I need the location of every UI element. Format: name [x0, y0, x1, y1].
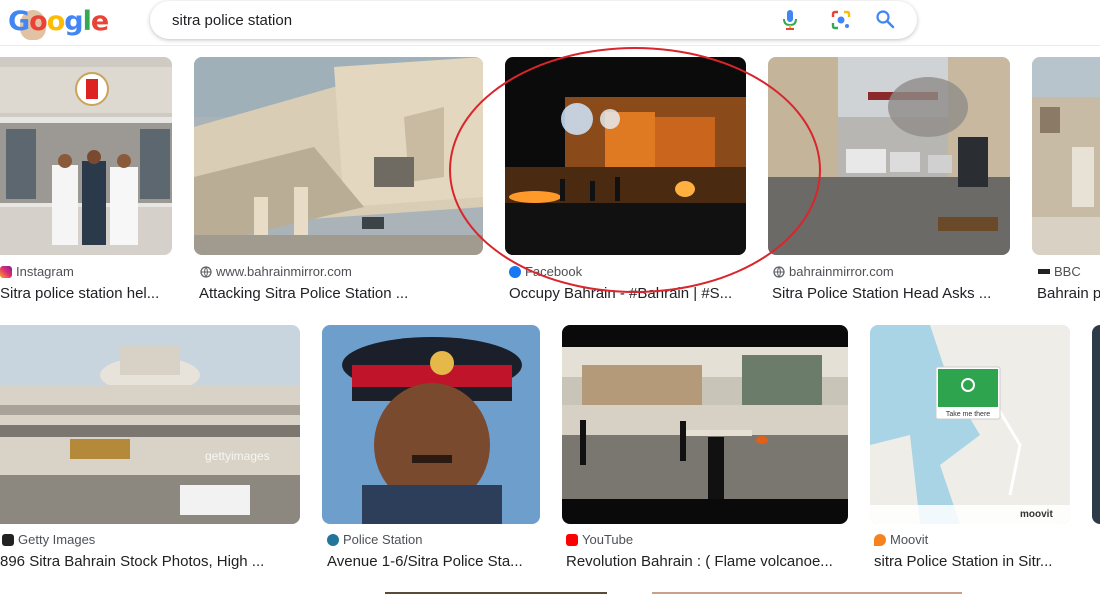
result-thumbnail[interactable]: gettyimages: [0, 325, 300, 524]
result-caption[interactable]: Attacking Sitra Police Station ...: [199, 285, 483, 302]
result-source[interactable]: Getty Images: [2, 532, 95, 547]
image-result-1[interactable]: Instagram Sitra police station hel...: [0, 57, 172, 302]
image-result-4[interactable]: bahrainmirror.com Sitra Police Station H…: [768, 57, 1010, 302]
source-label: bahrainmirror.com: [789, 264, 894, 279]
result-thumbnail[interactable]: [0, 57, 172, 255]
result-thumbnail[interactable]: [768, 57, 1010, 255]
result-thumbnail[interactable]: [1092, 325, 1100, 524]
mic-icon[interactable]: [782, 9, 798, 31]
map-take-me-there[interactable]: Take me there: [946, 411, 990, 418]
image-result-9[interactable]: Take me there moovit Moovit sitra Police…: [870, 325, 1070, 580]
getty-watermark: gettyimages: [205, 449, 270, 463]
moovit-pin-icon: [874, 533, 886, 546]
result-thumbnail[interactable]: [562, 325, 848, 524]
getty-icon: [2, 533, 14, 546]
moovit-brand: moovit: [1020, 509, 1053, 520]
result-caption[interactable]: 896 Sitra Bahrain Stock Photos, High ...: [0, 553, 300, 570]
result-source[interactable]: YouTube: [566, 532, 633, 547]
globe-icon: [200, 265, 212, 278]
result-thumbnail[interactable]: [505, 57, 746, 255]
source-label: BBC: [1054, 264, 1081, 279]
google-logo[interactable]: Google: [8, 6, 109, 37]
image-result-2[interactable]: www.bahrainmirror.com Attacking Sitra Po…: [194, 57, 483, 302]
image-result-8[interactable]: YouTube Revolution Bahrain : ( Flame vol…: [562, 325, 848, 580]
source-label: Moovit: [890, 532, 929, 547]
search-icon[interactable]: [875, 9, 895, 29]
result-caption[interactable]: Revolution Bahrain : ( Flame volcanoe...: [566, 553, 848, 570]
source-label: www.bahrainmirror.com: [216, 264, 352, 279]
result-caption[interactable]: Sitra police station hel...: [0, 285, 172, 302]
image-result-10-partial[interactable]: [1092, 325, 1100, 580]
result-source[interactable]: www.bahrainmirror.com: [200, 264, 352, 279]
google-lens-icon[interactable]: [830, 9, 852, 31]
source-label: Facebook: [525, 264, 583, 279]
result-caption[interactable]: Sitra Police Station Head Asks ...: [772, 285, 1010, 302]
image-result-7[interactable]: Police Station Avenue 1-6/Sitra Police S…: [322, 325, 540, 580]
header-bar: Google sitra police station: [0, 0, 1100, 46]
result-thumbnail[interactable]: [194, 57, 483, 255]
wordpress-icon: [327, 533, 339, 546]
result-source[interactable]: Facebook: [509, 264, 582, 279]
image-result-5[interactable]: BBC Bahrain p: [1032, 57, 1100, 302]
result-thumbnail[interactable]: [322, 325, 540, 524]
search-input[interactable]: sitra police station: [172, 12, 292, 29]
result-caption[interactable]: Bahrain p: [1037, 285, 1100, 302]
source-label: Police Station: [343, 532, 423, 547]
result-source[interactable]: Instagram: [0, 264, 74, 279]
image-result-3[interactable]: Facebook Occupy Bahrain - #Bahrain | #S.…: [505, 57, 746, 302]
search-box[interactable]: sitra police station: [150, 1, 917, 39]
youtube-icon: [566, 533, 578, 546]
result-source[interactable]: Police Station: [327, 532, 423, 547]
facebook-icon: [509, 265, 521, 278]
result-caption[interactable]: sitra Police Station in Sitr...: [874, 553, 1070, 570]
image-result-6[interactable]: gettyimages Getty Images 896 Sitra Bahra…: [0, 325, 300, 580]
globe-icon: [773, 265, 785, 278]
instagram-icon: [0, 265, 12, 278]
source-label: Instagram: [16, 264, 74, 279]
result-source[interactable]: BBC: [1038, 264, 1081, 279]
result-caption[interactable]: Avenue 1-6/Sitra Police Sta...: [327, 553, 540, 570]
source-label: Getty Images: [18, 532, 96, 547]
result-thumbnail[interactable]: Take me there moovit: [870, 325, 1070, 524]
result-caption[interactable]: Occupy Bahrain - #Bahrain | #S...: [509, 285, 746, 302]
source-label: YouTube: [582, 532, 634, 547]
bbc-icon: [1038, 269, 1050, 274]
result-thumbnail[interactable]: [1032, 57, 1100, 255]
result-source[interactable]: Moovit: [874, 532, 928, 547]
result-source[interactable]: bahrainmirror.com: [773, 264, 894, 279]
